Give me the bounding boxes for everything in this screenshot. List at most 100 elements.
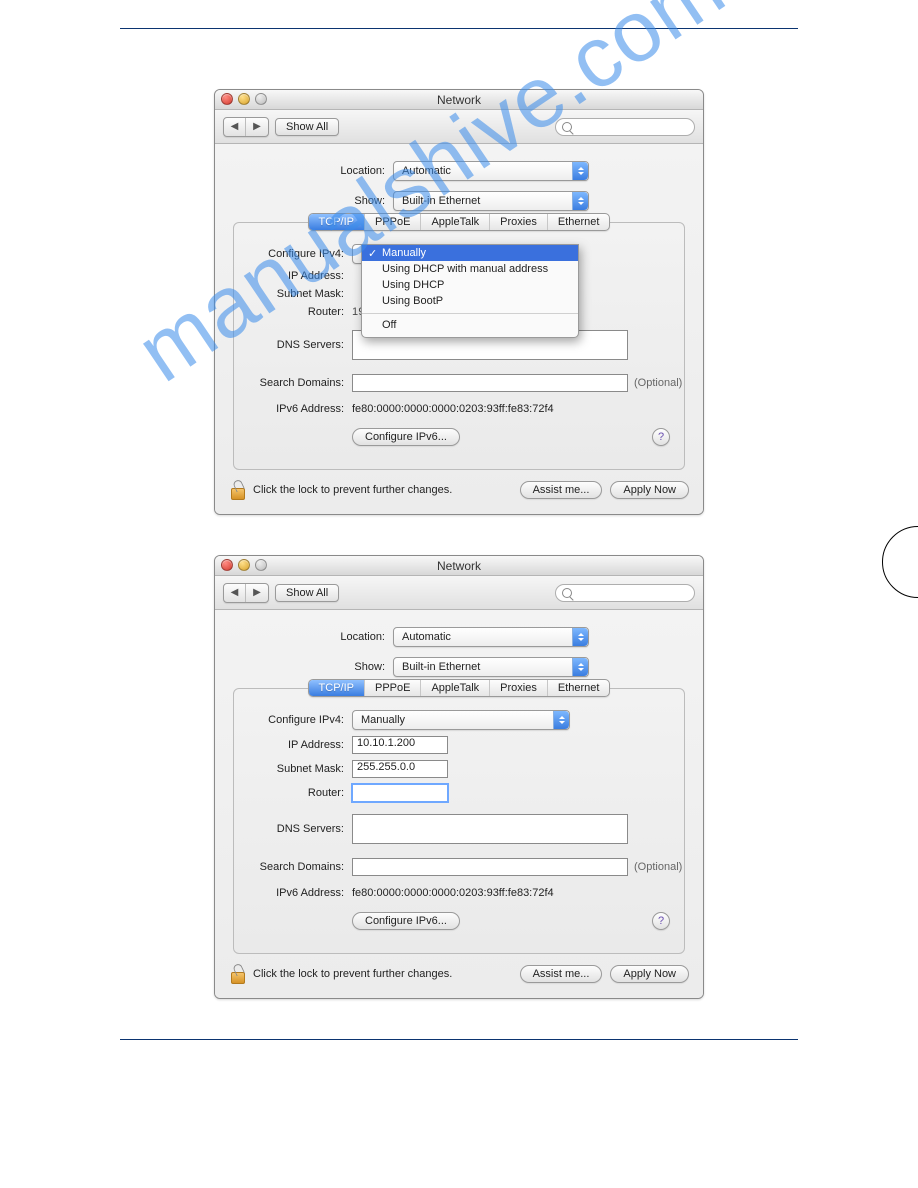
menu-item-manually[interactable]: ✓ Manually — [362, 245, 578, 261]
help-button[interactable]: ? — [652, 912, 670, 930]
dns-servers-label: DNS Servers: — [234, 339, 352, 351]
configure-ipv6-button[interactable]: Configure IPv6... — [352, 428, 460, 446]
ipv6-address-value: fe80:0000:0000:0000:0203:93ff:fe83:72f4 — [352, 403, 554, 415]
show-all-button[interactable]: Show All — [275, 584, 339, 602]
nav-back-forward[interactable]: ◀ ▶ — [223, 583, 269, 603]
apply-now-button[interactable]: Apply Now — [610, 965, 689, 983]
search-domains-label: Search Domains: — [234, 377, 352, 389]
forward-icon[interactable]: ▶ — [246, 584, 268, 602]
apply-now-button[interactable]: Apply Now — [610, 481, 689, 499]
ipv6-address-label: IPv6 Address: — [234, 403, 352, 415]
forward-icon[interactable]: ▶ — [246, 118, 268, 136]
toolbar: ◀ ▶ Show All — [215, 110, 703, 144]
router-input[interactable] — [352, 784, 448, 802]
dns-servers-input[interactable] — [352, 814, 628, 844]
back-icon[interactable]: ◀ — [224, 584, 246, 602]
page-bottom-rule — [120, 1039, 798, 1040]
router-label: Router: — [234, 306, 352, 318]
back-icon[interactable]: ◀ — [224, 118, 246, 136]
toolbar: ◀ ▶ Show All — [215, 576, 703, 610]
search-domains-input[interactable] — [352, 374, 628, 392]
lock-text: Click the lock to prevent further change… — [253, 484, 452, 496]
titlebar: Network — [215, 90, 703, 110]
ip-address-label: IP Address: — [234, 739, 352, 751]
configure-ipv4-label: Configure IPv4: — [234, 714, 352, 726]
minimize-icon[interactable] — [238, 559, 250, 571]
network-window-2: Network ◀ ▶ Show All Location: Automatic — [214, 555, 704, 999]
optional-label: (Optional) — [634, 861, 682, 873]
lock-text: Click the lock to prevent further change… — [253, 968, 452, 980]
tab-tcpip[interactable]: TCP/IP — [309, 214, 365, 230]
ip-address-label: IP Address: — [234, 270, 352, 282]
window-footer: Click the lock to prevent further change… — [215, 470, 703, 512]
show-label: Show: — [215, 661, 393, 673]
zoom-icon[interactable] — [255, 93, 267, 105]
show-value: Built-in Ethernet — [402, 195, 480, 207]
search-input[interactable] — [555, 118, 695, 136]
network-window-1: Network ◀ ▶ Show All Location: Automatic — [214, 89, 704, 515]
show-all-button[interactable]: Show All — [275, 118, 339, 136]
show-select[interactable]: Built-in Ethernet — [393, 657, 589, 677]
configure-ipv4-menu: ✓ Manually Using DHCP with manual addres… — [361, 244, 579, 338]
show-value: Built-in Ethernet — [402, 661, 480, 673]
window-footer: Click the lock to prevent further change… — [215, 954, 703, 996]
subnet-mask-label: Subnet Mask: — [234, 288, 352, 300]
show-select[interactable]: Built-in Ethernet — [393, 191, 589, 211]
titlebar: Network — [215, 556, 703, 576]
close-icon[interactable] — [221, 559, 233, 571]
search-input[interactable] — [555, 584, 695, 602]
search-icon — [562, 122, 572, 132]
ip-address-input[interactable]: 10.10.1.200 — [352, 736, 448, 754]
tab-proxies[interactable]: Proxies — [490, 214, 548, 230]
configure-ipv4-select[interactable]: Manually ✓ Manually Using DHCP with manu… — [352, 244, 570, 264]
location-select[interactable]: Automatic — [393, 627, 589, 647]
dns-servers-label: DNS Servers: — [234, 823, 352, 835]
location-value: Automatic — [402, 165, 451, 177]
help-button[interactable]: ? — [652, 428, 670, 446]
check-icon: ✓ — [368, 247, 377, 260]
side-arc-decor — [882, 526, 918, 598]
location-label: Location: — [215, 165, 393, 177]
location-select[interactable]: Automatic — [393, 161, 589, 181]
nav-back-forward[interactable]: ◀ ▶ — [223, 117, 269, 137]
subnet-mask-label: Subnet Mask: — [234, 763, 352, 775]
tab-appletalk[interactable]: AppleTalk — [421, 680, 490, 696]
tab-pppoe[interactable]: PPPoE — [365, 214, 421, 230]
zoom-icon[interactable] — [255, 559, 267, 571]
subnet-mask-input[interactable]: 255.255.0.0 — [352, 760, 448, 778]
tab-pppoe[interactable]: PPPoE — [365, 680, 421, 696]
ipv6-address-label: IPv6 Address: — [234, 887, 352, 899]
router-label: Router: — [234, 787, 352, 799]
tab-tcpip[interactable]: TCP/IP — [309, 680, 365, 696]
settings-panel: TCP/IP PPPoE AppleTalk Proxies Ethernet … — [233, 688, 685, 954]
location-value: Automatic — [402, 631, 451, 643]
assist-me-button[interactable]: Assist me... — [520, 965, 603, 983]
menu-item-dhcp-manual[interactable]: Using DHCP with manual address — [362, 261, 578, 277]
location-label: Location: — [215, 631, 393, 643]
page-top-rule — [120, 28, 798, 29]
menu-item-dhcp[interactable]: Using DHCP — [362, 277, 578, 293]
configure-ipv4-value: Manually — [361, 714, 405, 726]
settings-panel: TCP/IP PPPoE AppleTalk Proxies Ethernet … — [233, 222, 685, 470]
lock-icon[interactable] — [229, 480, 245, 500]
minimize-icon[interactable] — [238, 93, 250, 105]
lock-icon[interactable] — [229, 964, 245, 984]
tab-proxies[interactable]: Proxies — [490, 680, 548, 696]
configure-ipv4-label: Configure IPv4: — [234, 248, 352, 260]
tab-ethernet[interactable]: Ethernet — [548, 680, 610, 696]
search-icon — [562, 588, 572, 598]
window-title: Network — [437, 93, 481, 107]
search-domains-input[interactable] — [352, 858, 628, 876]
assist-me-button[interactable]: Assist me... — [520, 481, 603, 499]
configure-ipv4-select[interactable]: Manually — [352, 710, 570, 730]
configure-ipv6-button[interactable]: Configure IPv6... — [352, 912, 460, 930]
optional-label: (Optional) — [634, 377, 682, 389]
menu-item-off[interactable]: Off — [362, 313, 578, 333]
window-title: Network — [437, 559, 481, 573]
close-icon[interactable] — [221, 93, 233, 105]
search-domains-label: Search Domains: — [234, 861, 352, 873]
tab-ethernet[interactable]: Ethernet — [548, 214, 610, 230]
tab-appletalk[interactable]: AppleTalk — [421, 214, 490, 230]
ipv6-address-value: fe80:0000:0000:0000:0203:93ff:fe83:72f4 — [352, 887, 554, 899]
menu-item-bootp[interactable]: Using BootP — [362, 293, 578, 309]
